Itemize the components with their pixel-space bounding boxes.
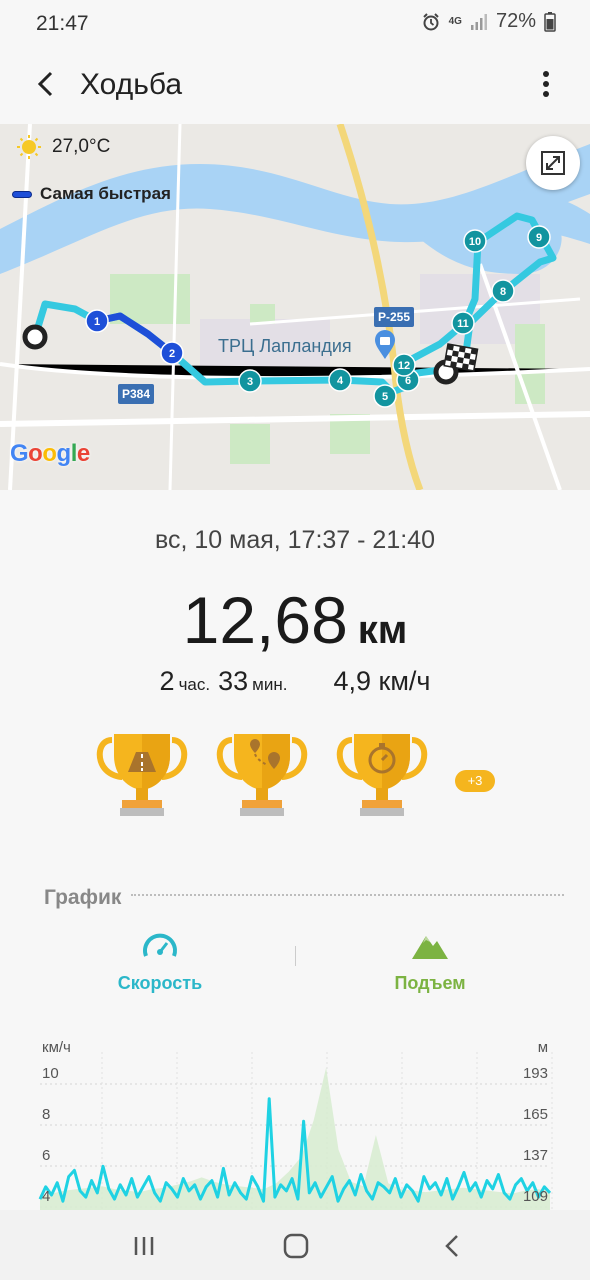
mountain-icon — [412, 936, 448, 959]
speed-elevation-chart[interactable]: км/ч м 10 193 8 165 6 137 4 109 — [32, 1032, 558, 1210]
signal-icon — [470, 13, 488, 31]
route-marker-label-4: 4 — [337, 375, 344, 387]
route-marker-label-12: 12 — [398, 360, 410, 372]
battery-percent: 72% — [495, 10, 536, 32]
more-vert-icon — [543, 71, 549, 97]
route-marker-label-1: 1 — [94, 316, 100, 328]
battery-icon — [544, 11, 556, 32]
duration-hours-unit: час. — [178, 675, 211, 694]
back-icon — [445, 1235, 458, 1257]
app-bar: Ходьба — [0, 46, 590, 124]
achievements[interactable]: +3 — [0, 730, 590, 830]
left-tick-label: 6 — [42, 1147, 50, 1164]
expand-map-button[interactable] — [526, 136, 580, 190]
tab-elevation[interactable]: Подъем — [330, 930, 530, 1010]
duration-hours: 2 — [159, 666, 175, 696]
back-button[interactable] — [26, 64, 66, 104]
tab-divider — [295, 946, 296, 966]
fastest-label: Самая быстрая — [40, 184, 171, 203]
more-achievements-badge[interactable]: +3 — [455, 770, 495, 792]
duration-minutes-unit: мин. — [252, 675, 288, 694]
route-markers: 1 2 3 4 5 6 12 11 8 9 10 — [85, 225, 551, 408]
route-marker-label-10: 10 — [469, 236, 481, 248]
recent-apps-icon — [134, 1237, 154, 1255]
network-4g-icon: 4G — [448, 15, 462, 27]
speedometer-icon — [143, 933, 177, 957]
chart-svg: км/ч м 10 193 8 165 6 137 4 109 — [38, 1039, 553, 1210]
fullscreen-icon — [541, 151, 565, 175]
date-range: вс, 10 мая, 17:37 - 21:40 — [154, 526, 435, 554]
page-title: Ходьба — [80, 68, 183, 101]
left-tick-label: 8 — [42, 1106, 50, 1123]
shopping-icon — [374, 330, 396, 365]
route-map[interactable]: 1 2 3 4 5 6 12 11 8 9 10 27,0°C Самая бы… — [0, 124, 590, 490]
right-tick-label: 165 — [523, 1106, 548, 1123]
sun-icon — [17, 135, 41, 159]
tab-speed[interactable]: Скорость — [60, 930, 260, 1010]
more-options-button[interactable] — [528, 64, 564, 104]
road-badge-p384: Р384 — [118, 384, 155, 404]
route-marker-label-11: 11 — [457, 318, 469, 330]
stopwatch-trophy-icon[interactable] — [334, 730, 430, 826]
right-tick-label: 137 — [523, 1147, 548, 1164]
google-logo: Google — [10, 440, 90, 467]
distance-unit: км — [357, 608, 408, 652]
road-badge-p255: Р-255 — [374, 307, 415, 327]
weather-info: 27,0°C — [16, 134, 110, 160]
poi-label: ТРЦ Лапландия — [218, 336, 352, 356]
right-axis-label: м — [538, 1039, 548, 1056]
speed-series-line — [38, 1097, 552, 1203]
status-bar: 21:47 4G 72% — [0, 0, 590, 46]
distance-value: 12,68 — [182, 583, 348, 657]
distance: 12,68 км — [0, 582, 590, 658]
weather-temp: 27,0°C — [52, 136, 111, 157]
fastest-swatch — [12, 190, 32, 198]
route-marker-label-3: 3 — [247, 376, 253, 388]
back-arrow-icon — [37, 71, 53, 97]
fastest-legend: Самая быстрая — [12, 184, 171, 204]
graph-divider — [131, 894, 564, 896]
tab-speed-label: Скорость — [117, 973, 203, 993]
duration-speed: 2 час. 33 мин. 4,9 км/ч — [0, 666, 590, 697]
route-marker-label-8: 8 — [500, 286, 506, 298]
home-icon — [283, 1233, 309, 1259]
right-tick-label: 193 — [523, 1065, 548, 1082]
avg-speed: 4,9 км/ч — [333, 666, 431, 696]
road-trophy-icon[interactable] — [94, 730, 190, 826]
tab-elevation-label: Подъем — [394, 973, 466, 993]
right-tick-label: 109 — [523, 1188, 548, 1205]
route-marker-label-9: 9 — [536, 232, 542, 244]
duration: 2 час. 33 мин. — [160, 666, 296, 697]
home-button[interactable] — [276, 1228, 316, 1264]
recent-apps-button[interactable] — [124, 1228, 164, 1264]
status-time: 21:47 — [36, 12, 89, 35]
left-tick-label: 4 — [42, 1188, 50, 1205]
route-marker-label-5: 5 — [382, 391, 388, 403]
route-marker-label-6: 6 — [405, 375, 411, 387]
status-icons: 4G 72% — [421, 10, 556, 33]
graph-section-header: График — [44, 886, 564, 910]
route-marker-label-2: 2 — [169, 348, 175, 360]
duration-minutes: 33 — [218, 666, 249, 696]
graph-tabs: Скорость Подъем — [0, 930, 590, 1010]
system-nav-bar — [0, 1210, 590, 1280]
alarm-icon — [421, 12, 441, 32]
graph-title: График — [44, 886, 122, 909]
route-trophy-icon[interactable] — [214, 730, 310, 826]
left-axis-label: км/ч — [42, 1039, 71, 1056]
left-tick-label: 10 — [42, 1065, 59, 1082]
system-back-button[interactable] — [432, 1228, 472, 1264]
